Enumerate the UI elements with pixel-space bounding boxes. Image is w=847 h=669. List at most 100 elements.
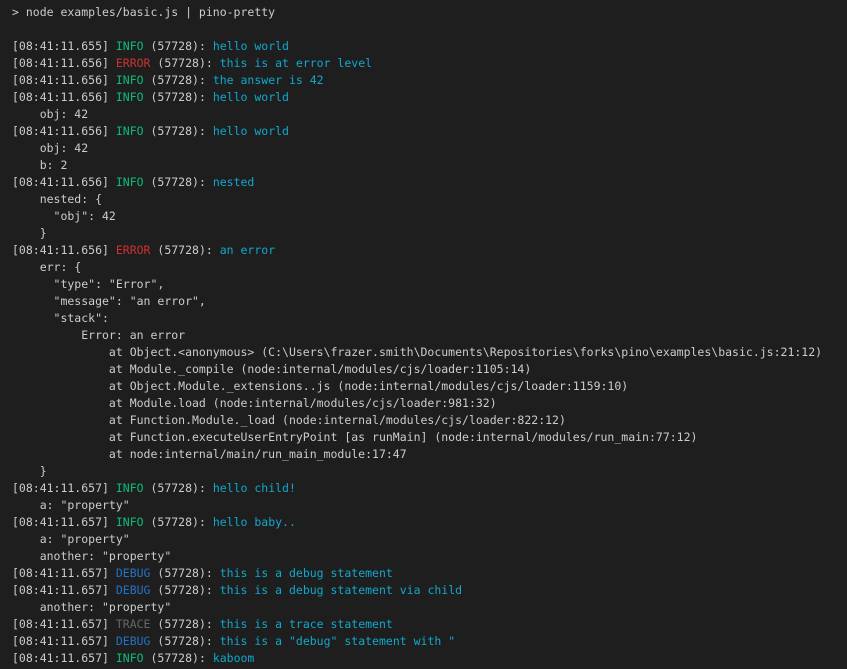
terminal-line: [08:41:11.657] DEBUG (57728): this is a … xyxy=(12,633,847,650)
terminal-line: [08:41:11.656] INFO (57728): hello world xyxy=(12,89,847,106)
log-segment: b: 2 xyxy=(12,158,67,172)
terminal-line: [08:41:11.656] INFO (57728): nested xyxy=(12,174,847,191)
log-segment: at Function.executeUserEntryPoint [as ru… xyxy=(12,430,697,444)
terminal-line: obj: 42 xyxy=(12,140,847,157)
log-segment: nested xyxy=(213,175,255,189)
log-segment: at Object.Module._extensions..js (node:i… xyxy=(12,379,628,393)
terminal-line: [08:41:11.656] INFO (57728): the answer … xyxy=(12,72,847,89)
terminal-line: "obj": 42 xyxy=(12,208,847,225)
log-segment: (57728): xyxy=(150,634,219,648)
log-segment: [08:41:11.657] xyxy=(12,481,116,495)
terminal-line: [08:41:11.656] INFO (57728): hello world xyxy=(12,123,847,140)
terminal-line: at Object.Module._extensions..js (node:i… xyxy=(12,378,847,395)
log-segment: (57728): xyxy=(150,566,219,580)
log-segment: this is a trace statement xyxy=(220,617,393,631)
log-segment: [08:41:11.657] xyxy=(12,515,116,529)
log-segment: > node examples/basic.js | pino-pretty xyxy=(12,5,275,19)
log-segment: INFO xyxy=(116,481,144,495)
terminal-line: [08:41:11.657] DEBUG (57728): this is a … xyxy=(12,565,847,582)
terminal-line: [08:41:11.656] ERROR (57728): this is at… xyxy=(12,55,847,72)
log-segment: nested: { xyxy=(12,192,102,206)
log-segment: (57728): xyxy=(144,124,213,138)
terminal-line: at Module.load (node:internal/modules/cj… xyxy=(12,395,847,412)
log-segment: Error: an error xyxy=(12,328,185,342)
terminal-line: Error: an error xyxy=(12,327,847,344)
log-segment: INFO xyxy=(116,124,144,138)
log-segment: hello world xyxy=(213,90,289,104)
log-segment: [08:41:11.657] xyxy=(12,617,116,631)
terminal-line: > node examples/basic.js | pino-pretty xyxy=(12,4,847,21)
log-segment: TRACE xyxy=(116,617,151,631)
terminal-line: at Module._compile (node:internal/module… xyxy=(12,361,847,378)
log-segment: [08:41:11.656] xyxy=(12,175,116,189)
log-segment: "type": "Error", xyxy=(12,277,164,291)
terminal-line: nested: { xyxy=(12,191,847,208)
log-segment: (57728): xyxy=(150,583,219,597)
terminal-line: obj: 42 xyxy=(12,106,847,123)
log-segment: DEBUG xyxy=(116,634,151,648)
log-segment: INFO xyxy=(116,73,144,87)
log-segment: [08:41:11.657] xyxy=(12,651,116,665)
terminal-line: [08:41:11.657] INFO (57728): kaboom xyxy=(12,650,847,667)
log-segment: INFO xyxy=(116,651,144,665)
terminal-line: "message": "an error", xyxy=(12,293,847,310)
log-segment: (57728): xyxy=(144,175,213,189)
log-segment: ERROR xyxy=(116,56,151,70)
log-segment: [08:41:11.655] xyxy=(12,39,116,53)
log-segment: INFO xyxy=(116,515,144,529)
log-segment: INFO xyxy=(116,90,144,104)
terminal-line: } xyxy=(12,225,847,242)
log-segment: [08:41:11.657] xyxy=(12,634,116,648)
log-segment: at Object.<anonymous> (C:\Users\frazer.s… xyxy=(12,345,822,359)
terminal-line: at Function.executeUserEntryPoint [as ru… xyxy=(12,429,847,446)
log-segment: "message": "an error", xyxy=(12,294,206,308)
log-segment: kaboom xyxy=(213,651,255,665)
log-segment: hello baby.. xyxy=(213,515,296,529)
log-segment: this is at error level xyxy=(220,56,372,70)
terminal-line: [08:41:11.657] INFO (57728): hello child… xyxy=(12,480,847,497)
terminal-line: a: "property" xyxy=(12,531,847,548)
log-segment: "obj": 42 xyxy=(12,209,116,223)
log-segment: [08:41:11.656] xyxy=(12,56,116,70)
log-segment: hello world xyxy=(213,124,289,138)
terminal-screen: { "terminal": { "colors": { "background"… xyxy=(0,0,847,669)
log-segment: hello world xyxy=(213,39,289,53)
log-segment: DEBUG xyxy=(116,583,151,597)
terminal-line: [08:41:11.657] TRACE (57728): this is a … xyxy=(12,616,847,633)
terminal-line: at Function.Module._load (node:internal/… xyxy=(12,412,847,429)
log-segment: [08:41:11.656] xyxy=(12,90,116,104)
log-segment: (57728): xyxy=(144,39,213,53)
log-segment: obj: 42 xyxy=(12,141,88,155)
terminal-line: [08:41:11.655] INFO (57728): hello world xyxy=(12,38,847,55)
log-segment: an error xyxy=(220,243,275,257)
log-segment: INFO xyxy=(116,39,144,53)
terminal-line xyxy=(12,21,847,38)
log-segment: (57728): xyxy=(144,90,213,104)
terminal-line: "type": "Error", xyxy=(12,276,847,293)
log-segment: INFO xyxy=(116,175,144,189)
log-segment: (57728): xyxy=(150,617,219,631)
log-segment: at node:internal/main/run_main_module:17… xyxy=(12,447,407,461)
terminal-line: } xyxy=(12,463,847,480)
log-segment: another: "property" xyxy=(12,549,171,563)
log-segment: obj: 42 xyxy=(12,107,88,121)
log-segment: at Module.load (node:internal/modules/cj… xyxy=(12,396,497,410)
terminal-line: "stack": xyxy=(12,310,847,327)
log-segment: another: "property" xyxy=(12,600,171,614)
log-segment: ERROR xyxy=(116,243,151,257)
log-segment: [08:41:11.657] xyxy=(12,566,116,580)
log-segment: (57728): xyxy=(144,651,213,665)
terminal-line: another: "property" xyxy=(12,599,847,616)
log-segment: } xyxy=(12,464,47,478)
terminal-line: a: "property" xyxy=(12,497,847,514)
terminal-body: > node examples/basic.js | pino-pretty [0… xyxy=(12,4,847,667)
log-segment: "stack": xyxy=(12,311,109,325)
log-segment: (57728): xyxy=(150,243,219,257)
log-segment: at Module._compile (node:internal/module… xyxy=(12,362,531,376)
terminal[interactable]: > node examples/basic.js | pino-pretty [0… xyxy=(0,0,847,669)
log-segment: (57728): xyxy=(150,56,219,70)
log-segment: this is a debug statement via child xyxy=(220,583,462,597)
log-segment: [08:41:11.657] xyxy=(12,583,116,597)
terminal-line: at Object.<anonymous> (C:\Users\frazer.s… xyxy=(12,344,847,361)
log-segment: a: "property" xyxy=(12,498,130,512)
